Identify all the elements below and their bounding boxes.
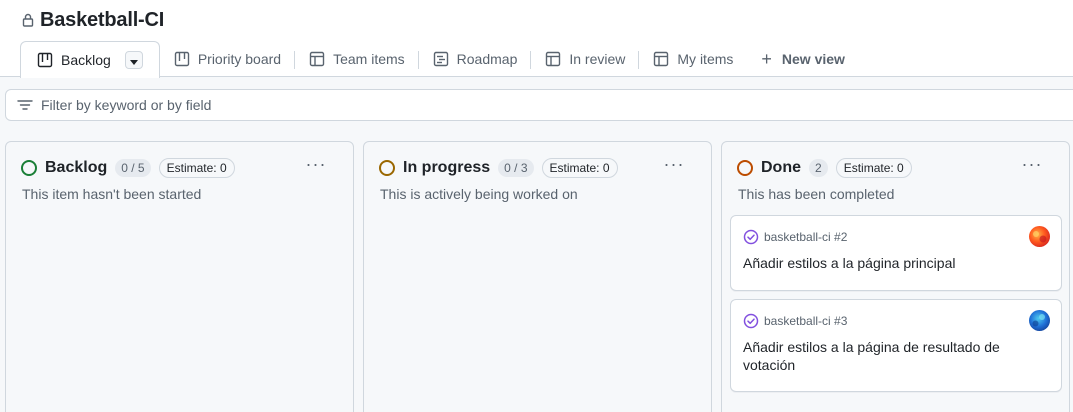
status-circle-icon bbox=[379, 160, 395, 176]
plus-icon: + bbox=[761, 49, 772, 69]
tab-label: Roadmap bbox=[456, 51, 518, 67]
card-reference: basketball-ci #3 bbox=[743, 313, 847, 329]
kebab-horizontal-icon: ··· bbox=[1021, 153, 1043, 174]
board-icon bbox=[174, 51, 190, 67]
column-title: In progress bbox=[403, 159, 491, 176]
tab-label: Priority board bbox=[197, 51, 282, 67]
tab-label: My items bbox=[677, 51, 734, 67]
tab-options-button[interactable] bbox=[124, 51, 143, 69]
tab-priority-board[interactable]: Priority board bbox=[160, 41, 296, 77]
filter-bar[interactable] bbox=[5, 89, 1073, 121]
item-count-badge: 0 / 3 bbox=[498, 159, 534, 177]
avatar[interactable] bbox=[1029, 310, 1050, 331]
tab-label: Team items bbox=[333, 51, 405, 67]
tab-label: In review bbox=[569, 51, 626, 67]
card-title[interactable]: Añadir estilos a la página de resultado … bbox=[743, 338, 1043, 374]
column-more-options-button[interactable]: ··· bbox=[663, 154, 685, 174]
status-circle-icon bbox=[737, 160, 753, 176]
project-title: Basketball-CI bbox=[40, 8, 165, 31]
card-title[interactable]: Añadir estilos a la página principal bbox=[743, 254, 1043, 272]
status-circle-icon bbox=[21, 160, 37, 176]
column-more-options-button[interactable]: ··· bbox=[1021, 154, 1043, 174]
column-description: This has been completed bbox=[738, 186, 895, 202]
card-reference-link[interactable]: basketball-ci #3 bbox=[764, 314, 847, 328]
column-header: Done 2 Estimate: 0 bbox=[737, 157, 912, 179]
column-description: This item hasn't been started bbox=[22, 186, 202, 202]
issue-closed-icon bbox=[743, 229, 759, 245]
estimate-badge: Estimate: 0 bbox=[158, 158, 235, 178]
project-header: Basketball-CI Backlog Priority board Tea… bbox=[0, 0, 1073, 78]
avatar[interactable] bbox=[1029, 226, 1050, 247]
filter-icon bbox=[17, 97, 33, 113]
tab-label: Backlog bbox=[61, 52, 111, 68]
tab-team-items[interactable]: Team items bbox=[295, 41, 419, 77]
column-title: Done bbox=[761, 159, 801, 176]
lock-icon bbox=[22, 13, 34, 27]
column-description: This is actively being worked on bbox=[380, 186, 578, 202]
item-card[interactable]: basketball-ci #3 Añadir estilos a la pág… bbox=[730, 299, 1062, 392]
card-reference-link[interactable]: basketball-ci #2 bbox=[764, 230, 847, 244]
table-icon bbox=[653, 51, 669, 67]
estimate-badge: Estimate: 0 bbox=[541, 158, 618, 178]
new-view-button[interactable]: + New view bbox=[747, 41, 859, 77]
item-count-badge: 0 / 5 bbox=[115, 159, 151, 177]
column-backlog: Backlog 0 / 5 Estimate: 0 ··· This item … bbox=[5, 141, 354, 412]
table-icon bbox=[545, 51, 561, 67]
board-icon bbox=[37, 52, 53, 68]
column-title: Backlog bbox=[45, 159, 108, 176]
column-header: In progress 0 / 3 Estimate: 0 bbox=[379, 157, 618, 179]
caret-down-icon bbox=[129, 52, 138, 68]
column-header: Backlog 0 / 5 Estimate: 0 bbox=[21, 157, 235, 179]
item-card[interactable]: basketball-ci #2 Añadir estilos a la pág… bbox=[730, 215, 1062, 291]
item-count-badge: 2 bbox=[809, 159, 828, 177]
column-done: Done 2 Estimate: 0 ··· This has been com… bbox=[721, 141, 1070, 412]
column-more-options-button[interactable]: ··· bbox=[305, 154, 327, 174]
table-icon bbox=[309, 51, 325, 67]
roadmap-icon bbox=[433, 51, 449, 67]
kebab-horizontal-icon: ··· bbox=[305, 153, 327, 174]
new-view-label: New view bbox=[781, 51, 845, 67]
tab-backlog[interactable]: Backlog bbox=[20, 41, 160, 78]
issue-closed-icon bbox=[743, 313, 759, 329]
estimate-badge: Estimate: 0 bbox=[835, 158, 912, 178]
column-in-progress: In progress 0 / 3 Estimate: 0 ··· This i… bbox=[363, 141, 712, 412]
kebab-horizontal-icon: ··· bbox=[663, 153, 685, 174]
card-reference: basketball-ci #2 bbox=[743, 229, 847, 245]
tab-my-items[interactable]: My items bbox=[639, 41, 747, 77]
filter-input[interactable] bbox=[41, 97, 641, 113]
tab-in-review[interactable]: In review bbox=[531, 41, 640, 77]
tab-roadmap[interactable]: Roadmap bbox=[419, 41, 532, 77]
project-title-row: Basketball-CI bbox=[22, 8, 164, 32]
view-tabs: Backlog Priority board Team items Roadma… bbox=[20, 41, 859, 78]
